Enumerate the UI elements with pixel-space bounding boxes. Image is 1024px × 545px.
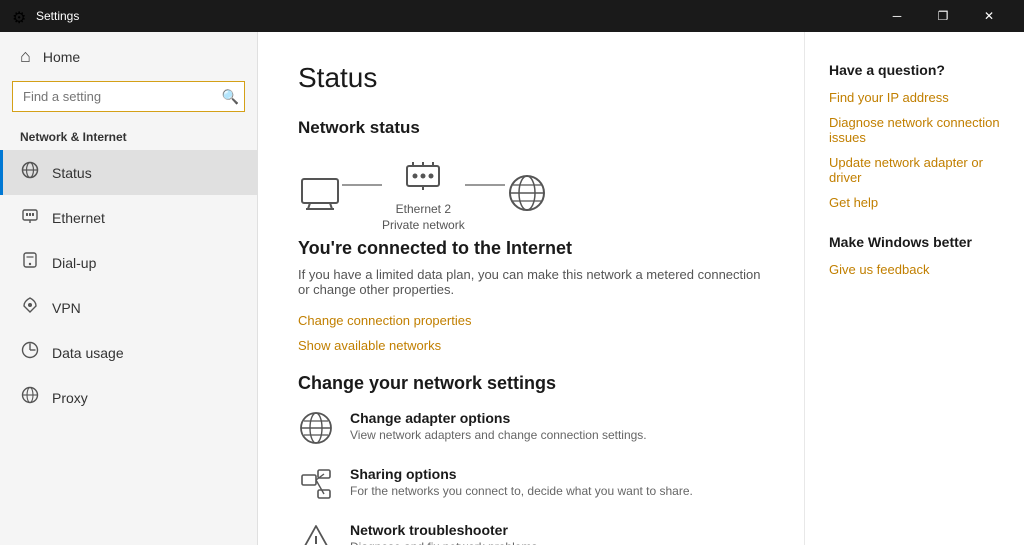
globe-icon — [505, 171, 549, 219]
sharing-options-desc: For the networks you connect to, decide … — [350, 484, 693, 498]
connected-desc: If you have a limited data plan, you can… — [298, 267, 764, 297]
sharing-options-text: Sharing options For the networks you con… — [350, 466, 693, 498]
right-panel: Have a question? Find your IP address Di… — [804, 32, 1024, 545]
sidebar: ⌂ Home 🔍 Network & Internet Status — [0, 32, 258, 545]
make-better-section: Make Windows better Give us feedback — [829, 234, 1000, 277]
find-ip-link[interactable]: Find your IP address — [829, 90, 949, 105]
search-box: 🔍 — [12, 81, 245, 112]
content-area: Status Network status — [258, 32, 804, 545]
line2 — [465, 184, 505, 186]
adapter-options-text: Change adapter options View network adap… — [350, 410, 647, 442]
ethernet-label: Ethernet — [52, 210, 105, 226]
adapter-icon — [298, 410, 334, 446]
home-label: Home — [43, 49, 80, 65]
troubleshooter-item[interactable]: Network troubleshooter Diagnose and fix … — [298, 522, 764, 545]
vpn-label: VPN — [52, 300, 81, 316]
titlebar-title: Settings — [36, 9, 79, 23]
get-help-link[interactable]: Get help — [829, 195, 878, 210]
sharing-options-title: Sharing options — [350, 466, 693, 482]
status-icon — [20, 161, 40, 184]
change-connection-link[interactable]: Change connection properties — [298, 313, 471, 328]
dialup-label: Dial-up — [52, 255, 96, 271]
dialup-icon — [20, 251, 40, 274]
have-question-heading: Have a question? — [829, 62, 1000, 78]
sidebar-item-proxy[interactable]: Proxy — [0, 375, 257, 420]
home-nav-item[interactable]: ⌂ Home — [0, 32, 257, 81]
network-diagram: Ethernet 2 Private network — [298, 158, 764, 232]
settings-icon: ⚙ — [12, 8, 28, 24]
make-better-heading: Make Windows better — [829, 234, 1000, 250]
update-adapter-link[interactable]: Update network adapter or driver — [829, 155, 1000, 185]
data-usage-icon — [20, 341, 40, 364]
network-name-label: Ethernet 2 — [382, 202, 465, 216]
sidebar-item-dialup[interactable]: Dial-up — [0, 240, 257, 285]
adapter-options-desc: View network adapters and change connect… — [350, 428, 647, 442]
troubleshooter-title: Network troubleshooter — [350, 522, 541, 538]
status-label: Status — [52, 165, 92, 181]
search-icon-button[interactable]: 🔍 — [222, 88, 239, 105]
troubleshooter-desc: Diagnose and fix network problems. — [350, 540, 541, 545]
network-status-heading: Network status — [298, 118, 764, 138]
sidebar-item-status[interactable]: Status — [0, 150, 257, 195]
feedback-link[interactable]: Give us feedback — [829, 262, 929, 277]
show-networks-link[interactable]: Show available networks — [298, 338, 441, 353]
proxy-label: Proxy — [52, 390, 88, 406]
home-icon: ⌂ — [20, 46, 31, 67]
page-title: Status — [298, 62, 764, 94]
titlebar: ⚙ Settings ─ ❐ ✕ — [0, 0, 1024, 32]
search-input[interactable] — [12, 81, 245, 112]
adapter-options-item[interactable]: Change adapter options View network adap… — [298, 410, 764, 446]
sidebar-item-data-usage[interactable]: Data usage — [0, 330, 257, 375]
vpn-icon — [20, 296, 40, 319]
main-container: ⌂ Home 🔍 Network & Internet Status — [0, 32, 1024, 545]
sharing-options-item[interactable]: Sharing options For the networks you con… — [298, 466, 764, 502]
computer-icon — [298, 175, 342, 215]
sharing-icon — [298, 466, 334, 502]
data-usage-label: Data usage — [52, 345, 124, 361]
sidebar-section-title: Network & Internet — [0, 120, 257, 150]
router-icon: Ethernet 2 Private network — [382, 158, 465, 232]
proxy-icon — [20, 386, 40, 409]
titlebar-left: ⚙ Settings — [12, 8, 79, 24]
diagnose-link[interactable]: Diagnose network connection issues — [829, 115, 1000, 145]
sidebar-item-vpn[interactable]: VPN — [0, 285, 257, 330]
restore-button[interactable]: ❐ — [920, 0, 966, 32]
change-settings-heading: Change your network settings — [298, 373, 764, 394]
connected-heading: You're connected to the Internet — [298, 238, 764, 259]
close-button[interactable]: ✕ — [966, 0, 1012, 32]
titlebar-controls: ─ ❐ ✕ — [874, 0, 1012, 32]
troubleshooter-text: Network troubleshooter Diagnose and fix … — [350, 522, 541, 545]
adapter-options-title: Change adapter options — [350, 410, 647, 426]
troubleshooter-icon — [298, 522, 334, 545]
network-type-label: Private network — [382, 218, 465, 232]
ethernet-icon — [20, 206, 40, 229]
line1 — [342, 184, 382, 186]
minimize-button[interactable]: ─ — [874, 0, 920, 32]
sidebar-item-ethernet[interactable]: Ethernet — [0, 195, 257, 240]
